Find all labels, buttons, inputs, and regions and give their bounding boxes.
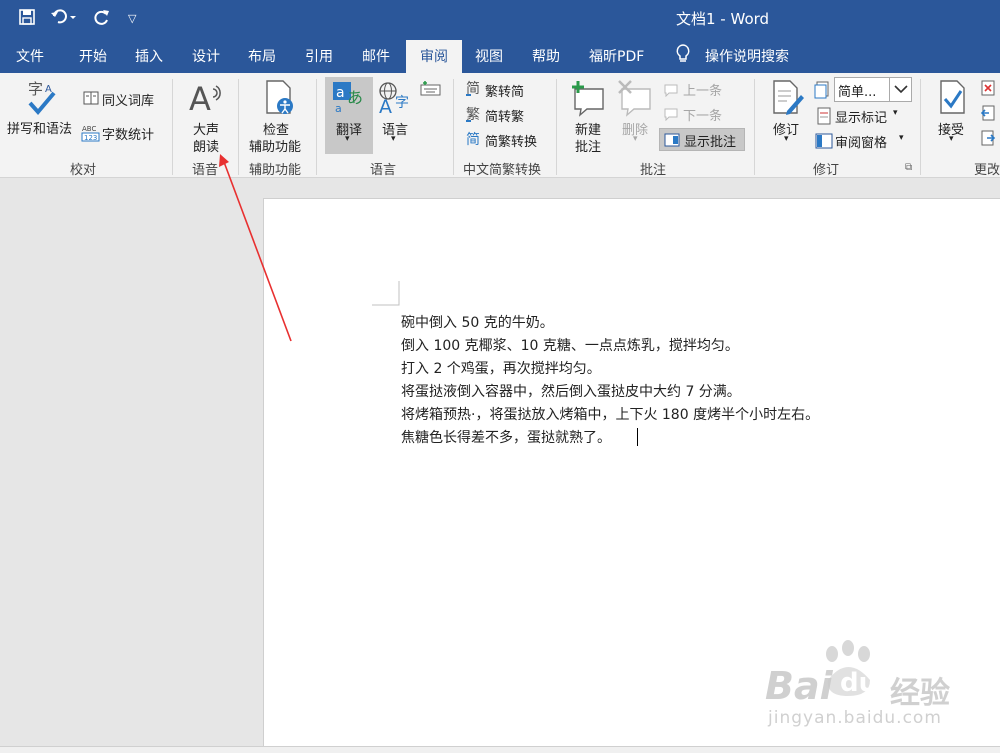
baidu-watermark-du: du — [840, 668, 878, 698]
baidu-watermark-url: jingyan.baidu.com — [768, 708, 942, 728]
status-bar — [0, 746, 1000, 753]
baidu-watermark-jingyan: 经验 — [890, 676, 950, 711]
